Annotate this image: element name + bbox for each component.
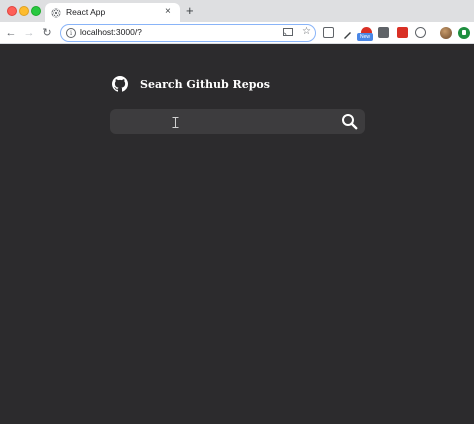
cast-icon[interactable] [283,28,293,36]
extension-reader-icon[interactable] [323,27,334,38]
search-input[interactable] [120,112,340,131]
info-icon[interactable]: i [66,28,76,38]
forward-button[interactable]: → [22,25,36,41]
text-cursor-icon [172,117,179,128]
back-button[interactable]: ← [4,25,18,41]
tab-title: React App [66,7,106,17]
extension-redbox-icon[interactable] [397,27,408,38]
address-bar[interactable]: i localhost:3000/? ☆ [60,24,316,42]
window-zoom-button[interactable] [31,6,41,16]
extension-r-icon[interactable] [378,27,389,38]
extension-new-badge: New [357,33,373,41]
search-icon[interactable] [341,113,358,130]
page-content: Search Github Repos [0,45,474,424]
window-close-button[interactable] [7,6,17,16]
bookmark-star-icon[interactable]: ☆ [302,26,311,38]
page-title: Search Github Repos [140,78,270,91]
new-tab-button[interactable]: + [186,3,194,19]
url-text: localhost:3000/? [80,27,142,37]
search-bar [110,109,365,134]
browser-toolbar: ← → ↻ i localhost:3000/? ☆ [0,22,474,44]
extension-pen-icon[interactable] [342,27,353,39]
tab-strip: React App × + [0,0,474,22]
react-favicon-icon [51,8,61,18]
tab-close-icon[interactable]: × [165,6,171,18]
extension-green-icon[interactable] [458,27,470,39]
github-icon [112,76,128,92]
browser-tab[interactable]: React App × [45,3,180,22]
profile-avatar[interactable] [440,27,452,39]
window-minimize-button[interactable] [19,6,29,16]
extension-smiley-icon[interactable] [415,27,426,38]
reload-button[interactable]: ↻ [40,25,54,41]
